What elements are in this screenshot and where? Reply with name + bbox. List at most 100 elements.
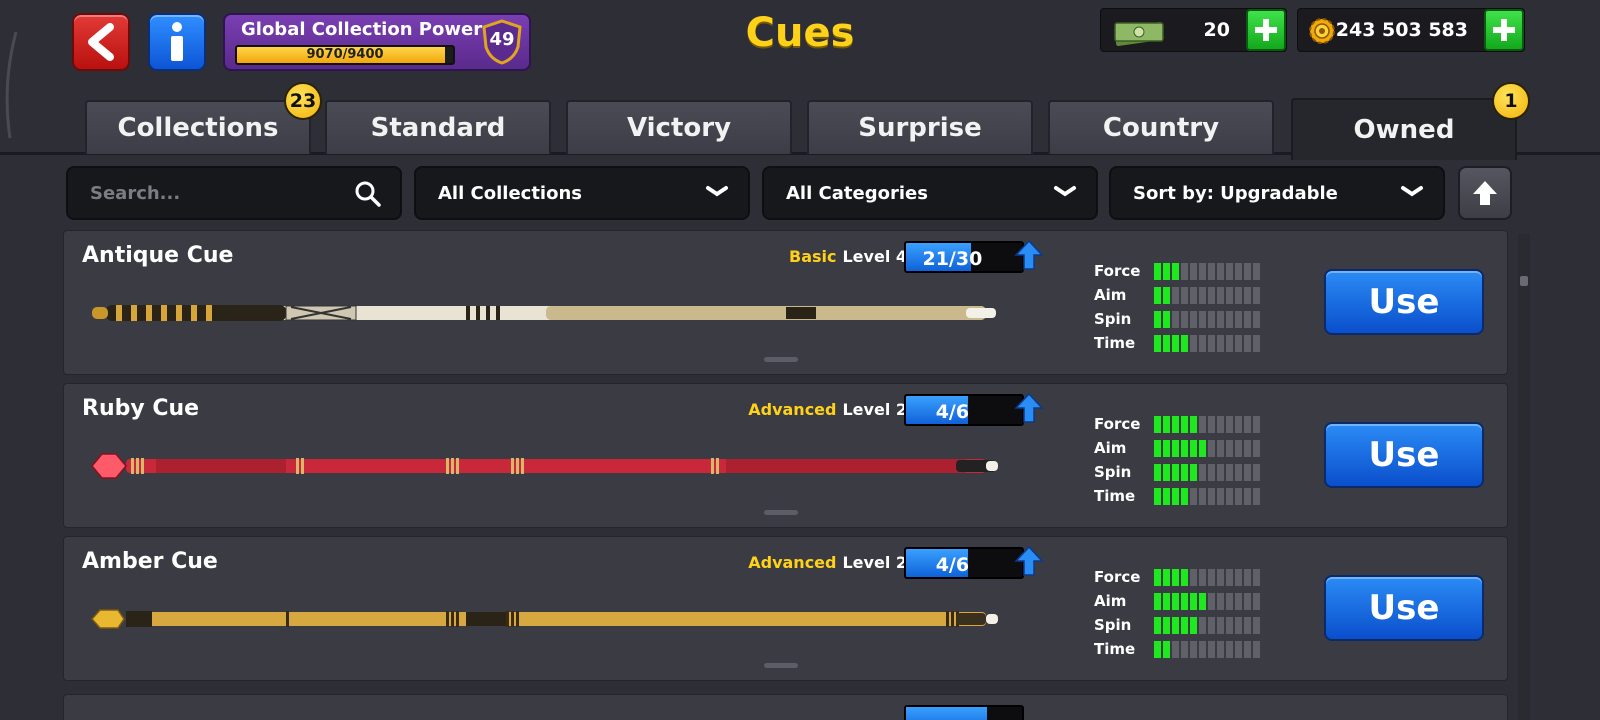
upgrade-arrow-icon[interactable] xyxy=(1014,545,1044,579)
list-item[interactable]: Antique Cue Basic Level 4 21/30 Force Aim xyxy=(63,230,1508,375)
tab-victory[interactable]: Victory xyxy=(566,100,792,154)
stat-segment xyxy=(1172,593,1179,610)
stat-segment xyxy=(1154,287,1161,304)
upgrade-arrow-icon[interactable] xyxy=(1014,239,1044,273)
scrollbar[interactable] xyxy=(1518,234,1530,720)
stat-segment xyxy=(1208,416,1215,433)
stat-segment xyxy=(1208,335,1215,352)
stat-label-aim: Aim xyxy=(1094,439,1127,457)
rarity-level: Basic Level 4 xyxy=(789,247,907,266)
stat-segment xyxy=(1208,464,1215,481)
collections-dropdown[interactable]: All Collections xyxy=(414,166,750,220)
stat-segment xyxy=(1253,287,1260,304)
global-collection-power-panel[interactable]: Global Collection Power 9070/9400 49 xyxy=(223,13,531,71)
stat-segment xyxy=(1172,617,1179,634)
list-item[interactable]: Amber Cue Advanced Level 2 4/6 Force Aim … xyxy=(63,536,1508,681)
back-button[interactable] xyxy=(72,13,130,71)
gcp-progress-bar: 9070/9400 xyxy=(235,45,455,65)
collections-badge: 23 xyxy=(284,82,322,120)
scrollbar-thumb[interactable] xyxy=(1520,276,1528,286)
stat-segment xyxy=(1217,464,1224,481)
sort-dropdown[interactable]: Sort by: Upgradable xyxy=(1109,166,1445,220)
tab-label: Collections xyxy=(117,113,279,143)
stat-bar-force xyxy=(1154,416,1260,440)
stat-labels: Force Aim Spin Time xyxy=(1094,259,1140,355)
stat-bar-force xyxy=(1154,569,1260,593)
tab-country[interactable]: Country xyxy=(1048,100,1274,154)
stat-bar-aim xyxy=(1154,593,1260,617)
stat-segment xyxy=(1253,488,1260,505)
expand-handle[interactable] xyxy=(764,357,798,362)
stat-labels: Force Aim Spin Time xyxy=(1094,565,1140,661)
stat-segment xyxy=(1199,488,1206,505)
stat-segment xyxy=(1208,311,1215,328)
stat-segment xyxy=(1181,440,1188,457)
stat-segment xyxy=(1172,440,1179,457)
stat-segment xyxy=(1172,335,1179,352)
stat-bars xyxy=(1154,263,1260,359)
plus-icon xyxy=(1493,19,1515,41)
info-icon xyxy=(171,22,183,61)
stat-segment xyxy=(1217,311,1224,328)
list-item[interactable]: Ruby Cue Advanced Level 2 4/6 Force Aim S… xyxy=(63,383,1508,528)
stat-bar-force xyxy=(1154,263,1260,287)
expand-handle[interactable] xyxy=(764,510,798,515)
stat-segment xyxy=(1235,569,1242,586)
cue-rarity: Basic xyxy=(789,247,837,266)
cash-balance: 20 xyxy=(1100,8,1287,52)
stat-segment xyxy=(1172,287,1179,304)
stat-segment xyxy=(1190,263,1197,280)
cue-image xyxy=(90,609,998,629)
stat-segment xyxy=(1181,464,1188,481)
stat-segment xyxy=(1208,593,1215,610)
tab-surprise[interactable]: Surprise xyxy=(807,100,1033,154)
stat-segment xyxy=(1217,593,1224,610)
owned-badge: 1 xyxy=(1492,82,1530,120)
stat-bar-aim xyxy=(1154,440,1260,464)
add-coins-button[interactable] xyxy=(1484,9,1524,51)
stat-bar-spin xyxy=(1154,617,1260,641)
stat-segment xyxy=(1217,641,1224,658)
tab-collections[interactable]: Collections xyxy=(85,100,311,154)
plus-icon xyxy=(1255,19,1277,41)
stat-segment xyxy=(1181,287,1188,304)
search-input[interactable]: Search... xyxy=(90,183,180,204)
stat-segment xyxy=(1253,311,1260,328)
stat-segment xyxy=(1226,416,1233,433)
tab-standard[interactable]: Standard xyxy=(325,100,551,154)
cue-name: Antique Cue xyxy=(82,243,234,268)
stat-segment xyxy=(1163,569,1170,586)
search-field[interactable]: Search... xyxy=(66,166,402,220)
stat-segment xyxy=(1190,593,1197,610)
add-cash-button[interactable] xyxy=(1246,9,1286,51)
stat-label-aim: Aim xyxy=(1094,592,1127,610)
stat-segment xyxy=(1199,593,1206,610)
tab-owned[interactable]: Owned xyxy=(1291,98,1517,160)
stat-segment xyxy=(1226,263,1233,280)
stat-label-force: Force xyxy=(1094,568,1141,586)
stat-bar-spin xyxy=(1154,311,1260,335)
stat-segment xyxy=(1235,311,1242,328)
stat-segment xyxy=(1163,335,1170,352)
stat-segment xyxy=(1199,263,1206,280)
expand-handle[interactable] xyxy=(764,663,798,668)
use-button[interactable]: Use xyxy=(1324,575,1484,641)
categories-dropdown[interactable]: All Categories xyxy=(762,166,1098,220)
list-item-partial[interactable] xyxy=(63,694,1508,720)
use-button[interactable]: Use xyxy=(1324,269,1484,335)
tab-label: Victory xyxy=(626,113,732,143)
stat-segment xyxy=(1235,263,1242,280)
info-button[interactable] xyxy=(148,13,206,71)
stat-segment xyxy=(1190,311,1197,328)
use-button[interactable]: Use xyxy=(1324,422,1484,488)
stat-segment xyxy=(1253,464,1260,481)
stat-segment xyxy=(1235,488,1242,505)
rarity-level: Advanced Level 2 xyxy=(748,553,907,572)
stat-segment xyxy=(1253,440,1260,457)
sort-direction-button[interactable] xyxy=(1458,166,1512,220)
stat-segment xyxy=(1244,569,1251,586)
stat-segment xyxy=(1181,263,1188,280)
page-title: Cues xyxy=(745,10,855,56)
upgrade-arrow-icon[interactable] xyxy=(1014,392,1044,426)
stat-bar-spin xyxy=(1154,464,1260,488)
